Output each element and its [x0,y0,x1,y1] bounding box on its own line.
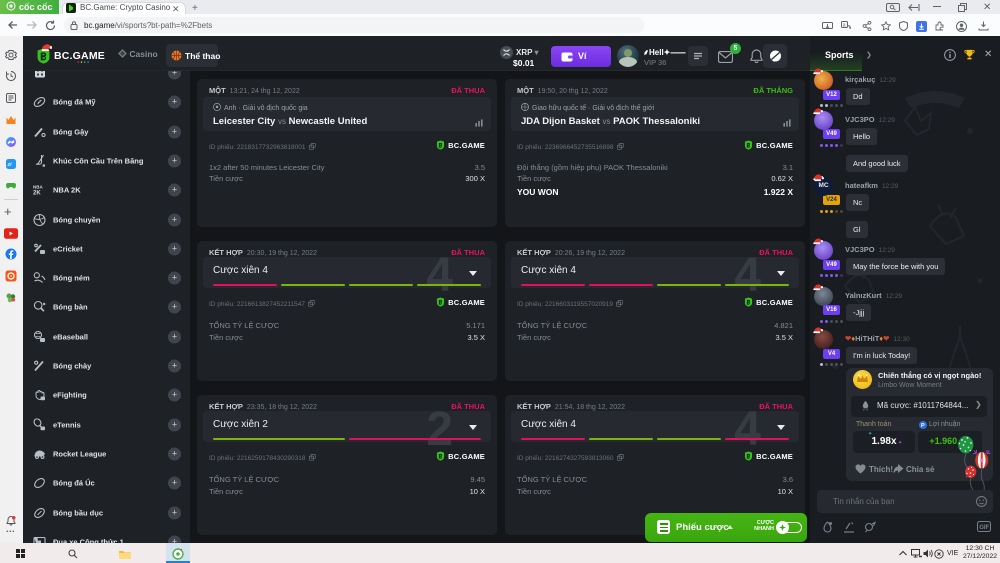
svg-text:a: a [843,22,846,28]
svg-text:GIF: GIF [979,525,989,531]
svg-text:NBA: NBA [33,185,43,190]
svg-text:P: P [921,423,925,429]
svg-text:2K: 2K [33,191,41,197]
